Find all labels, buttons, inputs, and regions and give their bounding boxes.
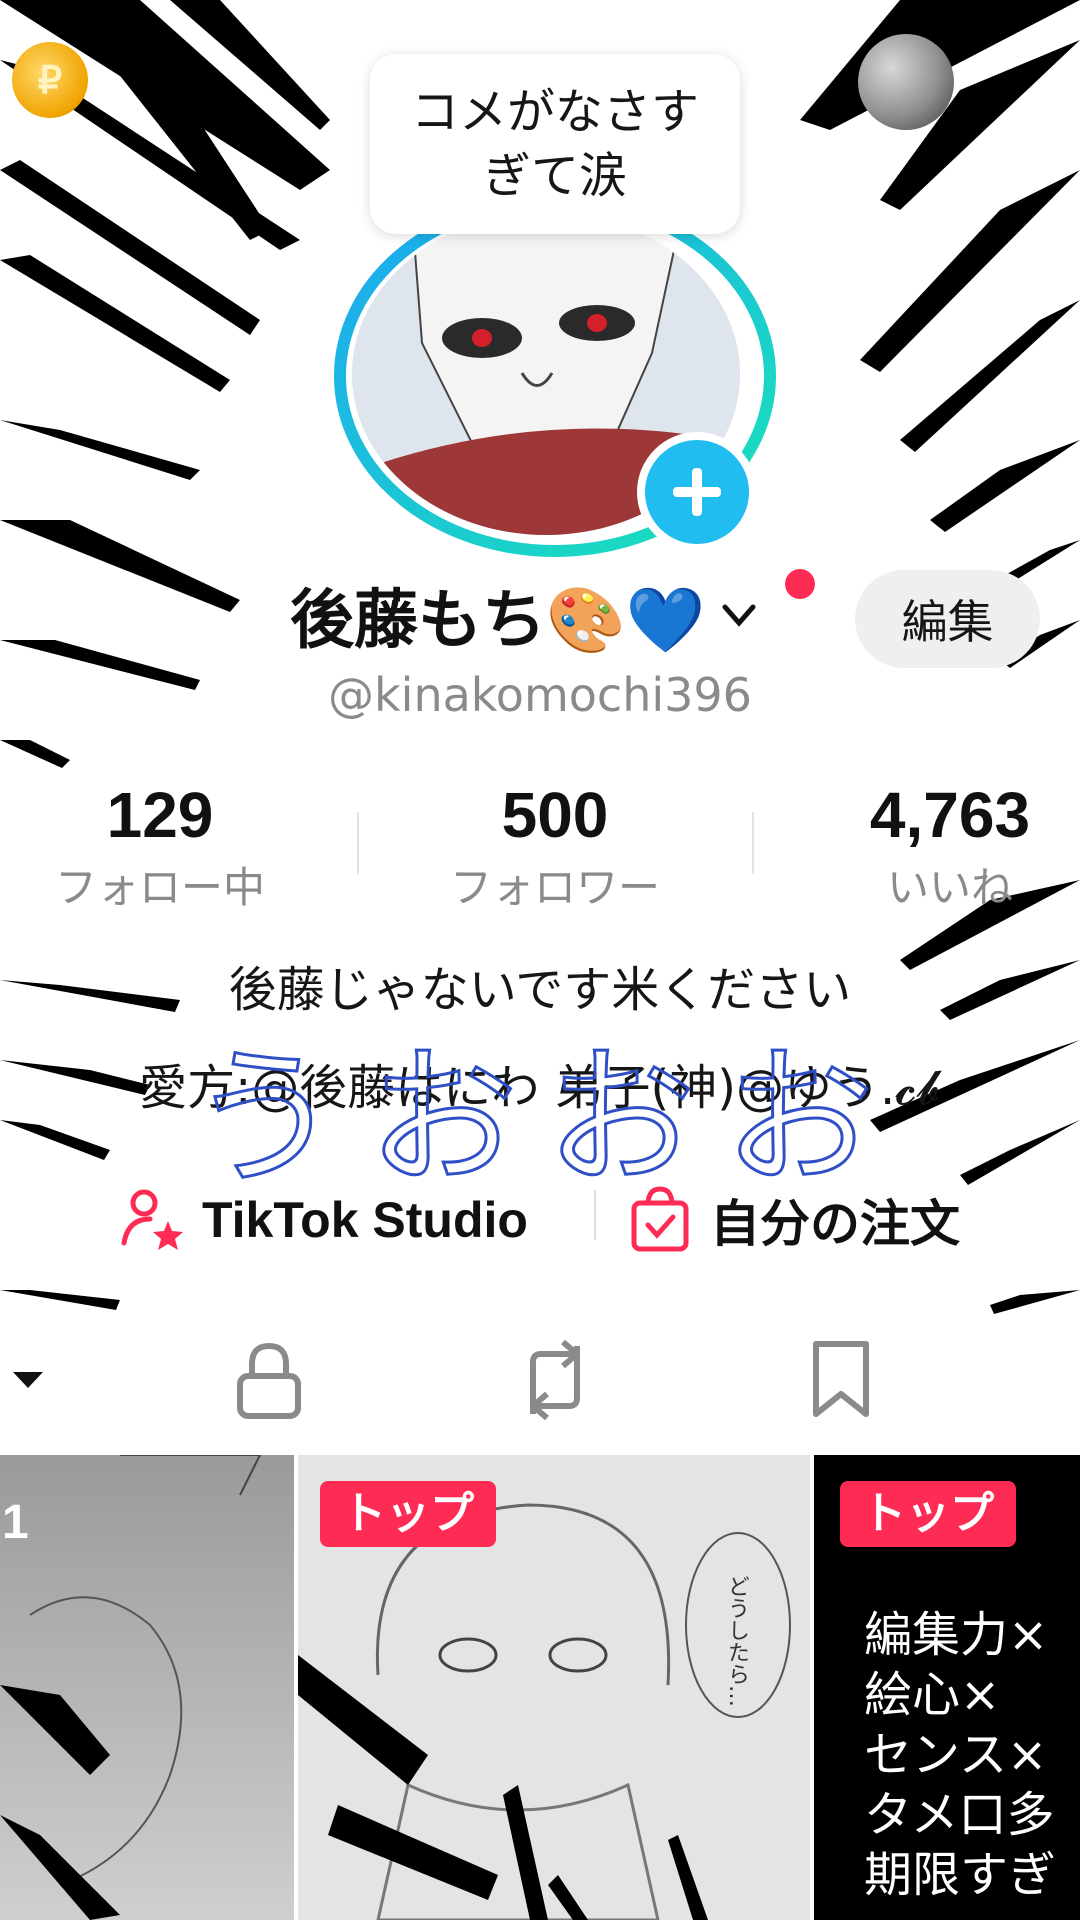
pinned-number: 1	[2, 1496, 29, 1549]
handwritten-overlay: うおおお	[190, 1031, 902, 1208]
likes-label: いいね	[886, 863, 1013, 912]
chevron-down-icon[interactable]	[719, 595, 759, 635]
top-badge: トップ	[840, 1481, 1016, 1547]
speech-bubble-text: どうしたら…	[724, 1575, 749, 1707]
plus-icon	[673, 468, 721, 516]
likes-count: 4,763	[869, 779, 1031, 851]
followers-label: フォロワー	[449, 863, 660, 912]
stat-divider	[357, 812, 359, 874]
following-count: 129	[106, 779, 214, 851]
video-caption-text: 編集力× 絵心× センス× タメ口多 期限すぎ	[864, 1605, 1056, 1905]
followers-stat[interactable]: 500 フォロワー	[375, 780, 735, 915]
caption-line: 絵心×	[864, 1667, 1001, 1723]
sketch-thumbnail	[0, 1455, 262, 1920]
top-badge: トップ	[320, 1481, 496, 1547]
tab-videos-dropdown[interactable]	[0, 1335, 78, 1425]
handwritten-text: うおおお	[190, 1032, 902, 1206]
account-switch-avatar[interactable]	[858, 34, 954, 130]
status-bubble[interactable]: コメがなさすぎて涙	[370, 54, 740, 234]
bookmark-icon	[813, 1341, 869, 1417]
following-stat[interactable]: 129 フォロー中	[0, 780, 340, 915]
caption-line: 編集力×	[864, 1607, 1049, 1663]
status-bubble-text: コメがなさすぎて涙	[410, 84, 699, 204]
add-story-button[interactable]	[637, 432, 757, 552]
caption-line: タメ口多	[864, 1787, 1055, 1843]
caption-line: 期限すぎ	[864, 1847, 1057, 1903]
stat-divider	[752, 812, 754, 874]
tab-reposts[interactable]	[505, 1335, 605, 1425]
name-row[interactable]: 後藤もち🎨💙	[290, 570, 759, 660]
video-thumbnail-1[interactable]: 1	[0, 1455, 294, 1920]
caption-line: センス×	[864, 1727, 1048, 1783]
video-thumbnail-2[interactable]: トップ どうしたら…	[298, 1455, 810, 1920]
display-name: 後藤もち🎨💙	[290, 584, 706, 658]
username: @kinakomochi396	[328, 668, 752, 722]
creator-star-icon	[121, 1189, 183, 1250]
tab-saved[interactable]	[791, 1335, 891, 1425]
coin-icon[interactable]: ₽	[12, 42, 88, 118]
video-thumbnail-3[interactable]: トップ 編集力× 絵心× センス× タメ口多 期限すぎ	[814, 1455, 1080, 1920]
followers-count: 500	[501, 779, 609, 851]
tab-private[interactable]	[219, 1335, 319, 1425]
dropdown-caret-icon	[13, 1372, 43, 1388]
following-label: フォロー中	[54, 863, 265, 912]
lock-icon	[237, 1342, 301, 1419]
likes-stat[interactable]: 4,763 いいね	[770, 780, 1080, 915]
bio-line-1: 後藤じゃないです米ください	[228, 962, 852, 1018]
repost-icon	[530, 1340, 580, 1420]
notification-dot	[785, 569, 815, 599]
edit-profile-button[interactable]: 編集	[855, 570, 1040, 668]
